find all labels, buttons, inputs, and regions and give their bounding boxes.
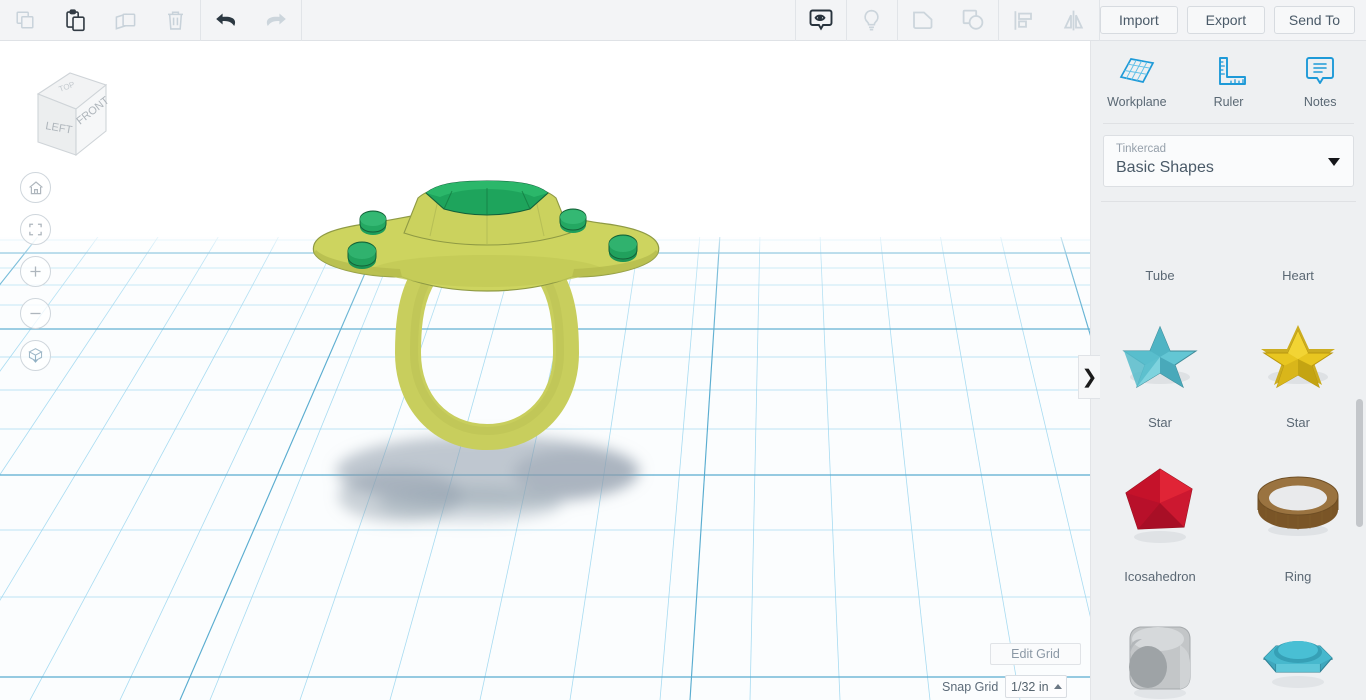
snap-grid-value: 1/32 in <box>1011 679 1049 694</box>
shape-library-dropdown[interactable]: Tinkercad Basic Shapes <box>1103 135 1354 187</box>
perspective-toggle-button[interactable] <box>20 340 51 371</box>
shape-item-icosahedron[interactable]: Icosahedron <box>1091 442 1229 596</box>
notes-tool[interactable]: Notes <box>1274 53 1366 109</box>
show-hide-icon[interactable] <box>796 0 846 41</box>
panel-divider-2 <box>1101 201 1356 202</box>
collapse-panel-button[interactable]: ❯ <box>1078 355 1100 399</box>
shape-item-diamond[interactable]: Diamond <box>1229 596 1366 700</box>
align-icon[interactable] <box>999 0 1049 41</box>
history-tools-group <box>201 0 301 41</box>
edit-grid-button[interactable]: Edit Grid <box>990 643 1081 665</box>
shape-grid: Tube Heart Star Star Icosahedron Ring <box>1091 242 1366 700</box>
workplane-icon <box>1119 58 1155 83</box>
top-toolbar: Import Export Send To <box>0 0 1366 41</box>
paste-icon[interactable] <box>50 0 100 41</box>
toolbar-divider-2 <box>301 0 302 41</box>
shape-item-heart[interactable]: Heart <box>1229 242 1366 288</box>
view-cube[interactable]: LEFT FRONT TOP <box>14 59 112 159</box>
3d-viewport[interactable]: LEFT FRONT TOP Edit Grid Snap Grid 1/32 … <box>0 41 1090 700</box>
shape-item-star-teal[interactable]: Star <box>1091 288 1229 442</box>
workplane-tool[interactable]: Workplane <box>1091 53 1183 109</box>
mirror-icon[interactable] <box>1049 0 1099 41</box>
lightbulb-icon[interactable] <box>847 0 897 41</box>
group-icon[interactable] <box>898 0 948 41</box>
shape-label: Tube <box>1145 268 1175 283</box>
ruler-label: Ruler <box>1213 95 1244 109</box>
library-source-label: Tinkercad <box>1116 143 1167 155</box>
library-selected-value: Basic Shapes <box>1116 159 1214 176</box>
ungroup-icon[interactable] <box>948 0 998 41</box>
snap-grid-control: Snap Grid 1/32 in <box>942 675 1068 698</box>
dice-thumbnail <box>1091 596 1229 700</box>
ruler-icon <box>1218 57 1246 85</box>
star-yellow-thumbnail <box>1229 288 1366 415</box>
icosahedron-thumbnail <box>1091 442 1229 569</box>
tinkercad-editor: Import Export Send To LEFT FRONT TOP Edi… <box>0 0 1366 700</box>
workplane-grid <box>0 41 1090 700</box>
viewport-nav-buttons <box>20 172 51 382</box>
copy-icon[interactable] <box>0 0 50 41</box>
redo-icon[interactable] <box>251 0 301 41</box>
shape-label: Ring <box>1284 569 1312 584</box>
chevron-down-icon <box>1328 158 1340 166</box>
panel-divider <box>1103 123 1354 124</box>
zoom-out-button[interactable] <box>20 298 51 329</box>
shape-item-dice[interactable]: Dice <box>1091 596 1229 700</box>
delete-icon[interactable] <box>150 0 200 41</box>
diamond-thumbnail <box>1229 596 1366 700</box>
caret-up-icon <box>1053 684 1062 689</box>
snap-grid-select[interactable]: 1/32 in <box>1005 675 1068 698</box>
workplane-label: Workplane <box>1107 95 1167 109</box>
send-to-button[interactable]: Send To <box>1273 6 1355 34</box>
export-button[interactable]: Export <box>1186 6 1265 34</box>
shape-list[interactable]: Tube Heart Star Star Icosahedron Ring <box>1091 242 1366 700</box>
panel-tools: Workplane Ruler Notes <box>1091 41 1366 117</box>
shape-item-tube[interactable]: Tube <box>1091 242 1229 288</box>
shape-label: Star <box>1286 415 1310 430</box>
shape-label: Star <box>1148 415 1172 430</box>
shape-label: Heart <box>1282 268 1314 283</box>
home-view-button[interactable] <box>20 172 51 203</box>
ring-thumbnail <box>1229 442 1366 569</box>
star-teal-thumbnail <box>1091 288 1229 415</box>
action-buttons-group: Import Export Send To <box>1099 6 1366 34</box>
notes-icon <box>1306 57 1335 84</box>
shape-item-ring[interactable]: Ring <box>1229 442 1366 596</box>
snap-grid-label: Snap Grid <box>942 679 999 694</box>
shape-label: Icosahedron <box>1124 569 1196 584</box>
fit-to-view-button[interactable] <box>20 214 51 245</box>
import-button[interactable]: Import <box>1099 6 1178 34</box>
shape-item-star-yellow[interactable]: Star <box>1229 288 1366 442</box>
notes-label: Notes <box>1303 95 1337 109</box>
right-panel: Workplane Ruler Notes Tinkercad Basic Sh… <box>1090 41 1366 700</box>
ruler-tool[interactable]: Ruler <box>1183 53 1275 109</box>
zoom-in-button[interactable] <box>20 256 51 287</box>
shape-list-scrollbar[interactable] <box>1356 399 1363 527</box>
edit-tools-group <box>0 0 200 41</box>
duplicate-icon[interactable] <box>100 0 150 41</box>
object-tools-group <box>796 0 1099 41</box>
undo-icon[interactable] <box>201 0 251 41</box>
